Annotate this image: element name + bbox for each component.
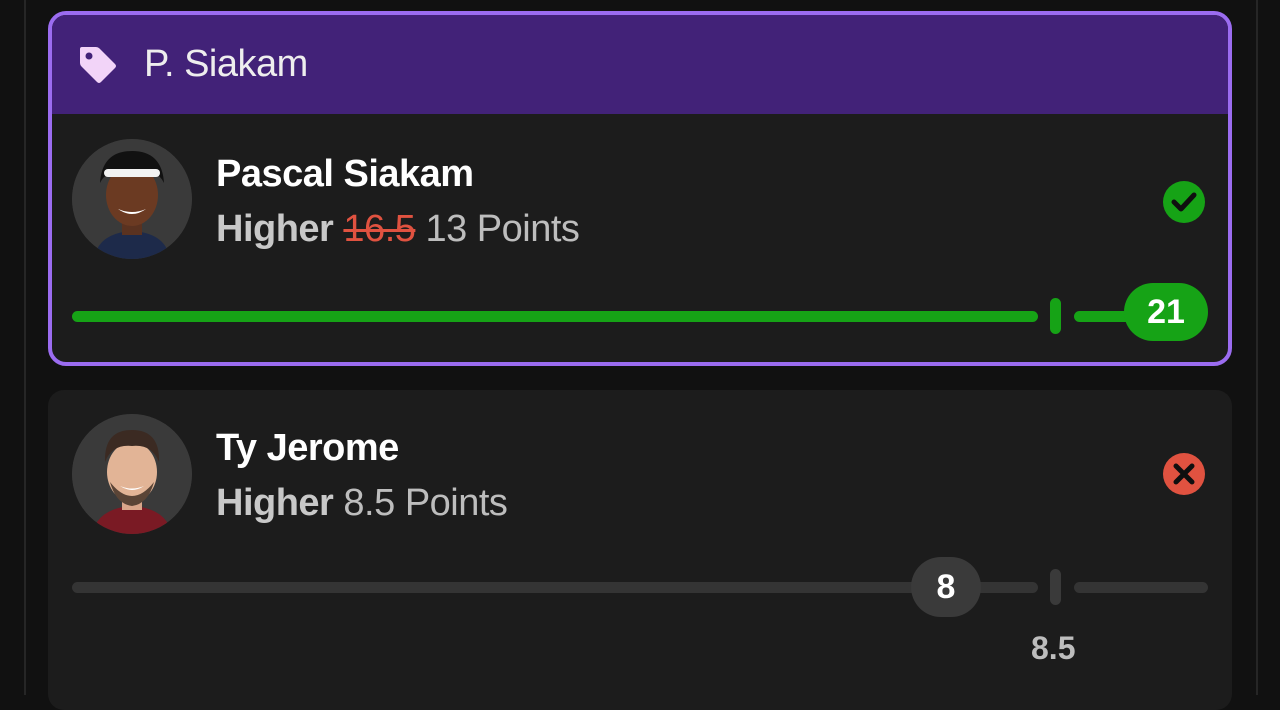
pick-stat: Points — [404, 482, 508, 524]
progress-track — [72, 311, 1038, 322]
card-header: P. Siakam — [52, 15, 1228, 114]
original-line: 16.5 — [343, 208, 416, 250]
pick-line-value: 13 — [425, 208, 467, 250]
right-divider — [1256, 0, 1258, 695]
progress-track-remaining — [1074, 582, 1208, 593]
pick-card[interactable]: Ty Jerome Higher 8.5 Points 8 8.5 — [48, 390, 1232, 710]
check-circle-icon — [1163, 181, 1205, 223]
line-marker — [1050, 298, 1061, 334]
pick-direction: Higher — [216, 208, 334, 250]
pick-card-highlighted[interactable]: P. Siakam Pascal Siakam Higher 16.5 13 P… — [48, 11, 1232, 366]
left-divider — [24, 0, 26, 695]
pick-line: Higher 16.5 13 Points — [216, 208, 580, 251]
pick-line: Higher 8.5 Points — [216, 482, 508, 525]
actual-value-badge: 8 — [911, 557, 981, 617]
progress-track — [72, 582, 1038, 593]
player-name: Pascal Siakam — [216, 153, 474, 195]
header-title: P. Siakam — [144, 43, 308, 85]
x-circle-icon — [1163, 453, 1205, 495]
player-name: Ty Jerome — [216, 427, 399, 469]
tag-icon — [80, 46, 116, 83]
player-avatar — [72, 139, 192, 259]
pick-direction: Higher — [216, 482, 334, 524]
player-avatar — [72, 414, 192, 534]
actual-value-badge: 21 — [1124, 283, 1208, 341]
line-value-label: 8.5 — [1031, 630, 1076, 666]
pick-line-value: 8.5 — [343, 482, 395, 524]
line-marker — [1050, 569, 1061, 605]
pick-stat: Points — [476, 208, 580, 250]
